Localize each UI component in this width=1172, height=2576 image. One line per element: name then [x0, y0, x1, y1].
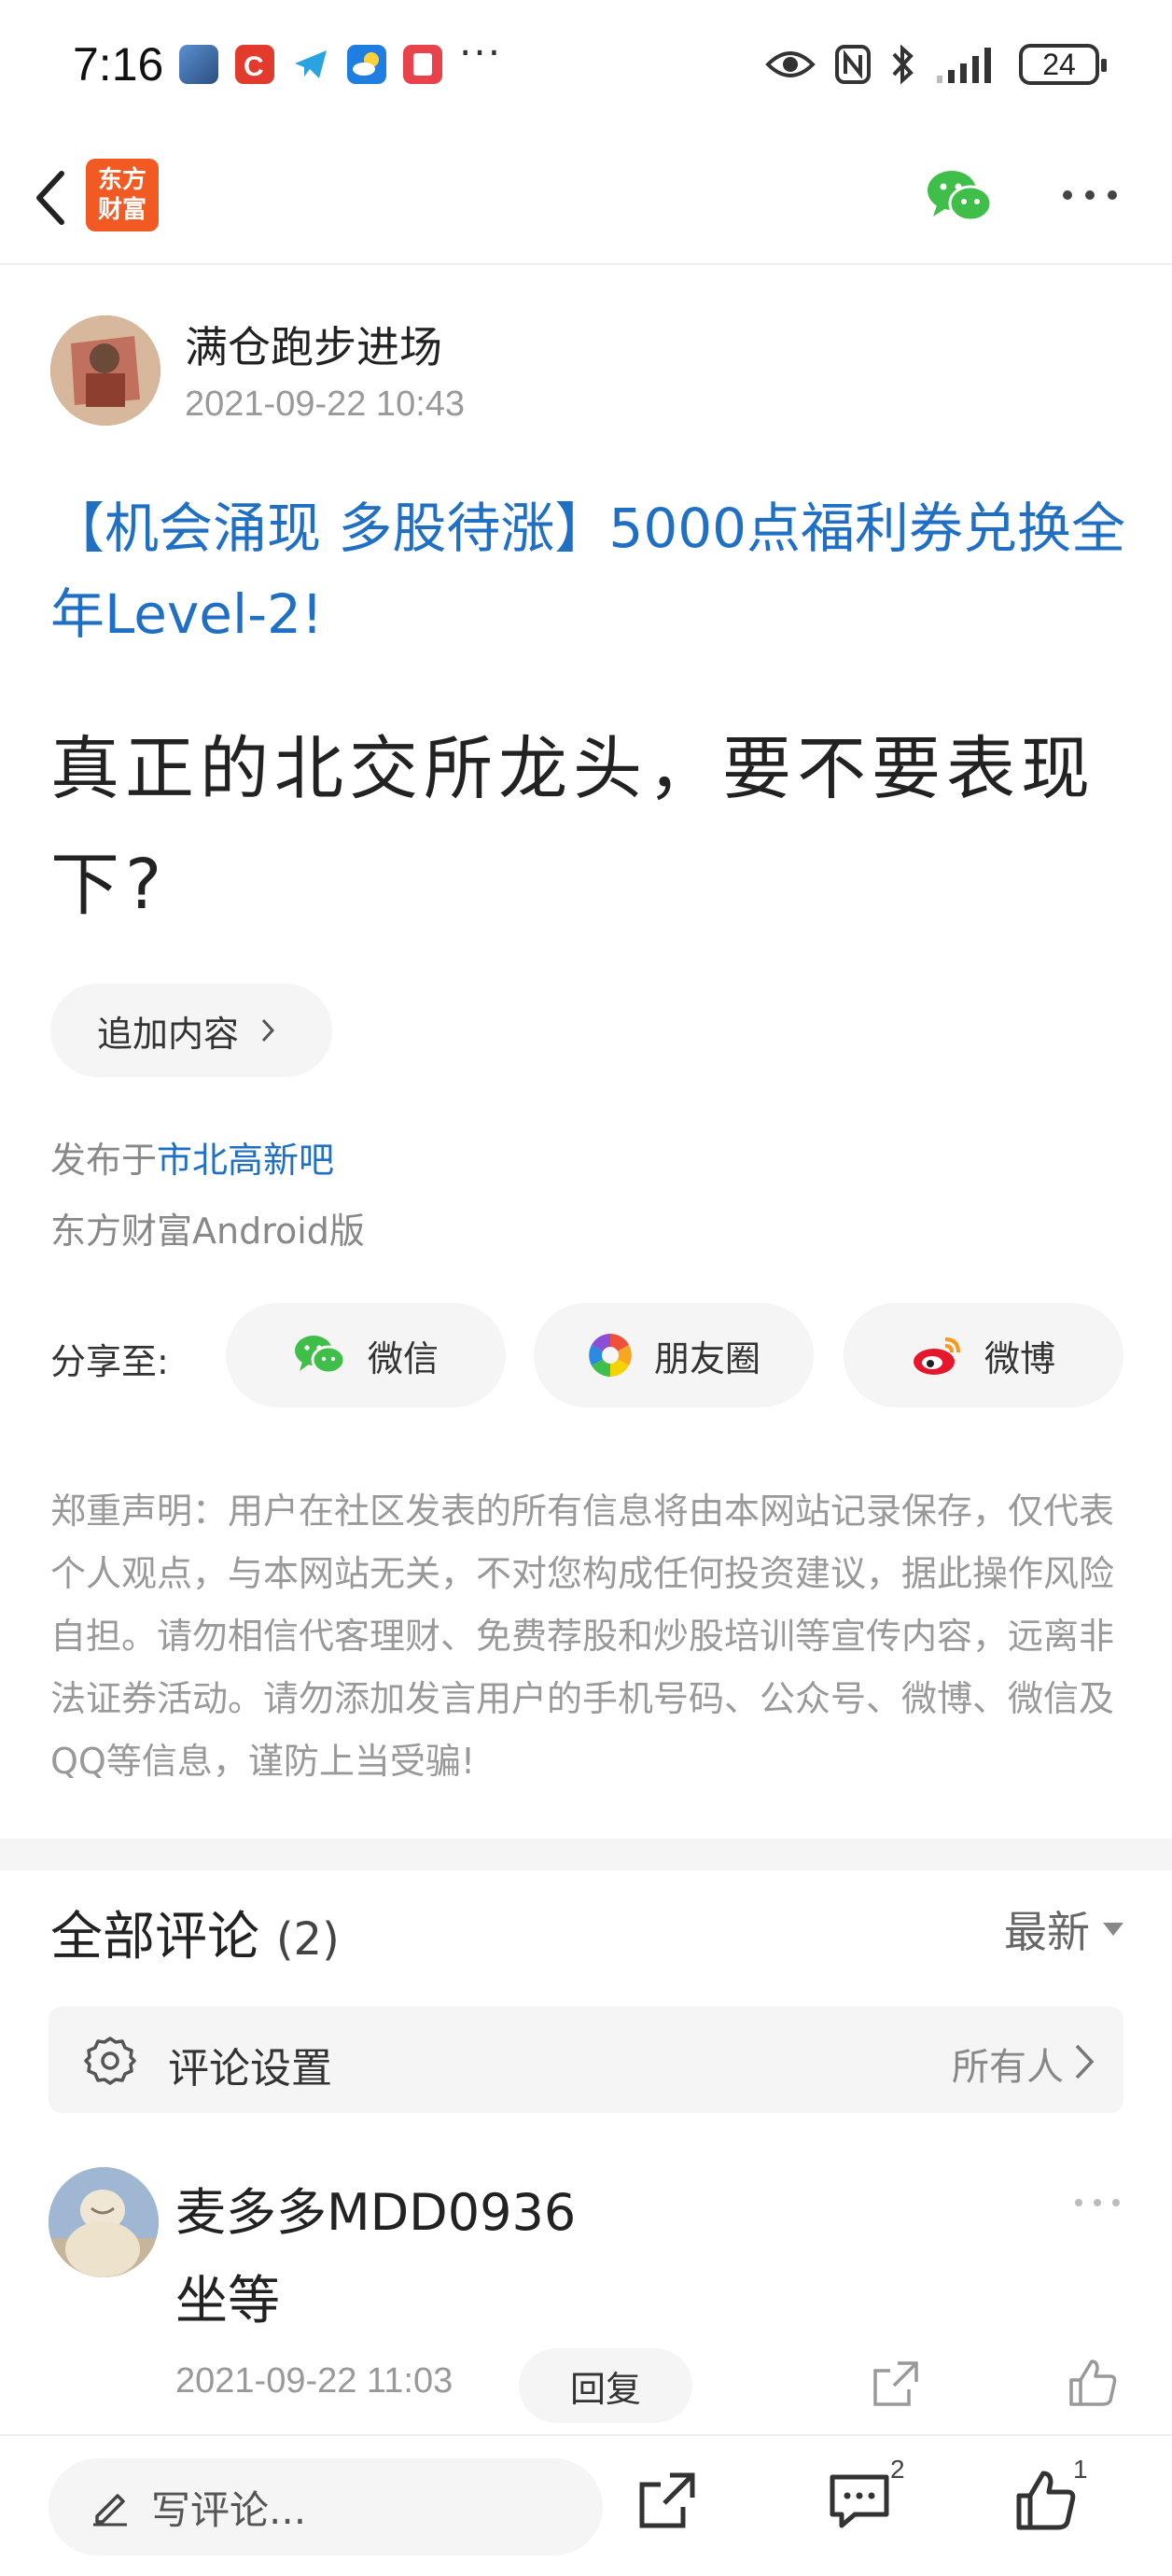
back-arrow-icon[interactable] — [24, 161, 80, 235]
weather-app-icon — [347, 45, 386, 84]
gear-icon — [84, 2037, 136, 2085]
logo-line-1: 东方 — [97, 166, 146, 194]
post-title: 真正的北交所龙头，要不要表现下? — [50, 729, 1095, 925]
append-content-button[interactable]: 追加内容 — [50, 984, 332, 1077]
status-bar: 7:16 C ··· 24 — [0, 0, 1172, 140]
svg-text:C: C — [244, 51, 264, 82]
like-count: 1 — [1073, 2455, 1088, 2484]
forum-link[interactable]: 市北高新吧 — [157, 1140, 334, 1181]
game-app-icon — [179, 45, 218, 84]
comments-count: (2) — [275, 1913, 340, 1966]
posted-in-prefix: 发布于 — [50, 1140, 158, 1181]
share-label: 分享至: — [50, 1341, 169, 1382]
pencil-icon — [93, 2494, 127, 2527]
signal-icon — [937, 48, 991, 83]
bottom-bar: 写评论... 2 1 — [0, 2434, 1172, 2576]
share-wechat-label: 微信 — [367, 1337, 439, 1379]
share-weibo-button[interactable]: 微博 — [844, 1303, 1123, 1407]
chevron-right-icon — [1075, 2044, 1095, 2079]
share-weibo-label: 微博 — [984, 1337, 1055, 1379]
logo-line-2: 财富 — [97, 196, 146, 224]
share-icon[interactable] — [635, 2468, 700, 2533]
comment-count: 2 — [890, 2455, 905, 2484]
sort-dropdown[interactable]: 最新 — [1004, 1898, 1123, 1960]
comment-settings-value: 所有人 — [952, 2046, 1064, 2089]
nfc-icon — [835, 45, 871, 84]
app-logo: 东方 财富 — [86, 159, 159, 231]
comments-title: 全部评论 (2) — [50, 1895, 340, 1970]
share-wechat-button[interactable]: 微信 — [226, 1303, 506, 1407]
commenter-avatar[interactable] — [49, 2167, 159, 2277]
disclaimer: 郑重声明：用户在社区发表的所有信息将由本网站记录保存，仅代表个人观点，与本网站无… — [50, 1491, 1115, 1782]
posted-in: 发布于市北高新吧 — [50, 1131, 334, 1183]
weibo-icon — [913, 1337, 960, 1375]
bluetooth-icon — [892, 44, 914, 85]
thumbs-up-icon[interactable] — [1013, 2468, 1079, 2533]
status-indicators: 24 — [765, 41, 1107, 88]
share-icon[interactable] — [870, 2358, 922, 2410]
post-time: 2021-09-22 10:43 — [185, 385, 466, 424]
status-time: 7:16 — [73, 38, 164, 91]
comments-title-label: 全部评论 — [50, 1907, 259, 1967]
comment-icon[interactable] — [827, 2468, 892, 2533]
top-nav: 东方 财富 — [0, 140, 1172, 265]
eye-icon — [765, 51, 816, 77]
comment-settings-bar[interactable]: 评论设置 所有人 — [49, 2007, 1123, 2113]
share-moments-button[interactable]: 朋友圈 — [534, 1303, 814, 1407]
author-name[interactable]: 满仓跑步进场 — [185, 314, 442, 375]
battery-icon: 24 — [1019, 44, 1107, 85]
comment-more-icon[interactable] — [1071, 2193, 1123, 2212]
caret-down-icon — [1103, 1923, 1123, 1936]
c-app-icon: C — [235, 45, 274, 84]
comment-text: 坐等 — [175, 2271, 280, 2331]
promo-link[interactable]: 【机会涌现 多股待涨】5000点福利券兑换全年Level-2! — [50, 485, 1133, 657]
comment-settings-label: 评论设置 — [168, 2045, 332, 2093]
thumbs-up-icon[interactable] — [1066, 2356, 1120, 2410]
write-comment-input[interactable]: 写评论... — [49, 2458, 603, 2555]
status-more-icon: ··· — [459, 30, 503, 76]
author-avatar[interactable] — [50, 315, 160, 426]
telegram-app-icon — [291, 45, 330, 84]
platform-label: 东方财富Android版 — [50, 1211, 365, 1252]
moments-icon — [589, 1334, 632, 1377]
reader-app-icon — [403, 45, 442, 84]
share-moments-label: 朋友圈 — [653, 1337, 760, 1379]
write-comment-placeholder: 写评论... — [151, 2486, 307, 2533]
wechat-icon — [294, 1336, 346, 1375]
append-content-label: 追加内容 — [97, 1013, 240, 1055]
wechat-share-icon[interactable] — [924, 164, 995, 230]
section-divider — [0, 1839, 1172, 1870]
sort-label: 最新 — [1004, 1907, 1090, 1957]
commenter-name[interactable]: 麦多多MDD0936 — [175, 2171, 576, 2245]
reply-button[interactable]: 回复 — [519, 2348, 692, 2423]
chevron-right-icon — [261, 1018, 275, 1043]
comment-time: 2021-09-22 11:03 — [175, 2361, 453, 2401]
more-options-icon[interactable] — [1060, 172, 1120, 218]
